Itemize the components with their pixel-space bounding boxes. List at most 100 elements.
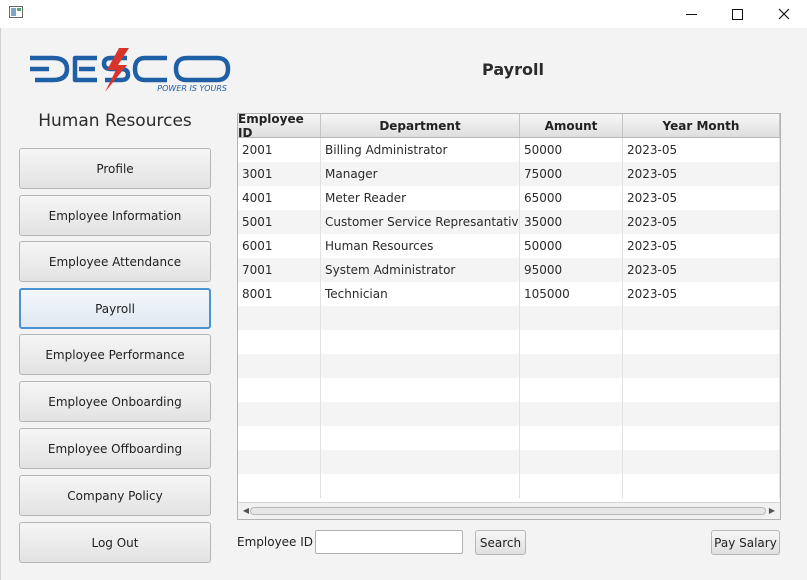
table-cell	[520, 426, 623, 450]
scroll-right-icon[interactable]: ▶	[767, 506, 777, 516]
table-cell	[623, 474, 780, 498]
table-cell: 35000	[520, 210, 623, 234]
employee-id-label: Employee ID	[237, 535, 314, 549]
table-cell: 2001	[238, 138, 321, 162]
table-row[interactable]: 3001 Manager 75000 2023-05	[238, 162, 780, 186]
table-cell: 2023-05	[623, 210, 780, 234]
table-cell	[321, 306, 520, 330]
table-row-empty[interactable]	[238, 306, 780, 330]
search-button[interactable]: Search	[475, 530, 526, 555]
table-cell	[623, 378, 780, 402]
table-row-empty[interactable]	[238, 378, 780, 402]
sidebar-item-label: Employee Offboarding	[47, 441, 183, 456]
sidebar-item-employee-attendance[interactable]: Employee Attendance	[19, 241, 211, 282]
table-cell: Technician	[321, 282, 520, 306]
table-row-empty[interactable]	[238, 402, 780, 426]
table-cell: 2023-05	[623, 234, 780, 258]
table-row[interactable]: 6001 Human Resources 50000 2023-05	[238, 234, 780, 258]
table-cell: 75000	[520, 162, 623, 186]
table-cell	[321, 378, 520, 402]
sidebar-item-label: Company Policy	[67, 488, 163, 503]
employee-id-input[interactable]	[315, 530, 463, 554]
table-row-empty[interactable]	[238, 450, 780, 474]
table-cell	[321, 354, 520, 378]
table-cell: Billing Administrator	[321, 138, 520, 162]
table-row[interactable]: 8001 Technician 105000 2023-05	[238, 282, 780, 306]
table-cell: 2023-05	[623, 162, 780, 186]
table-cell	[321, 426, 520, 450]
sidebar-item-employee-information[interactable]: Employee Information	[19, 195, 211, 236]
table-cell	[238, 330, 321, 354]
table-cell	[623, 330, 780, 354]
table-cell	[623, 426, 780, 450]
maximize-button[interactable]	[714, 0, 760, 28]
table-cell	[520, 354, 623, 378]
sidebar-item-payroll[interactable]: Payroll	[19, 288, 211, 329]
table-cell	[520, 474, 623, 498]
logo-tagline: POWER IS YOURS	[157, 84, 227, 93]
sidebar-heading: Human Resources	[38, 111, 192, 131]
table-row[interactable]: 7001 System Administrator 95000 2023-05	[238, 258, 780, 282]
table-cell	[238, 402, 321, 426]
table-cell: 6001	[238, 234, 321, 258]
sidebar-item-label: Employee Information	[48, 208, 182, 223]
table-row-empty[interactable]	[238, 330, 780, 354]
table-cell: 2023-05	[623, 138, 780, 162]
table-cell	[520, 402, 623, 426]
table-cell: 4001	[238, 186, 321, 210]
table-cell	[238, 450, 321, 474]
table-cell	[623, 354, 780, 378]
table-cell: 2023-05	[623, 258, 780, 282]
table-cell	[623, 306, 780, 330]
sidebar-item-employee-offboarding[interactable]: Employee Offboarding	[19, 428, 211, 469]
column-header-department[interactable]: Department	[321, 114, 520, 137]
sidebar-item-company-policy[interactable]: Company Policy	[19, 475, 211, 516]
table-cell: 95000	[520, 258, 623, 282]
table-cell	[238, 426, 321, 450]
table-cell: Human Resources	[321, 234, 520, 258]
table-cell	[321, 450, 520, 474]
table-cell: 105000	[520, 282, 623, 306]
table-cell: System Administrator	[321, 258, 520, 282]
table-row-empty[interactable]	[238, 354, 780, 378]
table-cell	[321, 474, 520, 498]
table-header: Employee ID Department Amount Year Month	[238, 114, 780, 140]
column-header-amount[interactable]: Amount	[520, 114, 623, 137]
close-button[interactable]	[761, 0, 807, 28]
column-header-year-month[interactable]: Year Month	[623, 114, 780, 137]
column-header-employee-id[interactable]: Employee ID	[238, 114, 321, 140]
table-cell	[623, 450, 780, 474]
table-cell: 5001	[238, 210, 321, 234]
table-cell: 50000	[520, 138, 623, 162]
table-cell: 3001	[238, 162, 321, 186]
scrollbar-thumb[interactable]	[250, 507, 766, 515]
table-row-empty[interactable]	[238, 426, 780, 450]
table-cell: 2023-05	[623, 282, 780, 306]
table-cell	[238, 474, 321, 498]
table-cell	[238, 378, 321, 402]
sidebar-item-employee-onboarding[interactable]: Employee Onboarding	[19, 381, 211, 422]
maximize-icon	[731, 8, 743, 20]
table-cell: 8001	[238, 282, 321, 306]
horizontal-scrollbar[interactable]: ◀ ▶	[238, 502, 780, 519]
table-row[interactable]: 2001 Billing Administrator 50000 2023-05	[238, 138, 780, 162]
sidebar-item-log-out[interactable]: Log Out	[19, 522, 211, 563]
table-row[interactable]: 5001 Customer Service Represantative 35000…	[238, 210, 780, 234]
page-title: Payroll	[482, 60, 544, 79]
pay-salary-button[interactable]: Pay Salary	[711, 530, 780, 555]
payroll-table: Employee ID Department Amount Year Month…	[237, 113, 781, 520]
sidebar-item-profile[interactable]: Profile	[19, 148, 211, 189]
table-cell	[520, 306, 623, 330]
close-icon	[778, 8, 790, 20]
table-cell	[520, 330, 623, 354]
sidebar-item-label: Employee Attendance	[48, 254, 182, 269]
desco-logo: POWER IS YOURS	[30, 48, 231, 93]
table-cell: Meter Reader	[321, 186, 520, 210]
table-row[interactable]: 4001 Meter Reader 65000 2023-05	[238, 186, 780, 210]
table-cell	[238, 354, 321, 378]
minimize-button[interactable]	[668, 0, 714, 28]
window-titlebar	[0, 0, 807, 28]
sidebar-item-employee-performance[interactable]: Employee Performance	[19, 334, 211, 375]
table-row-empty[interactable]	[238, 474, 780, 498]
table-cell	[321, 330, 520, 354]
